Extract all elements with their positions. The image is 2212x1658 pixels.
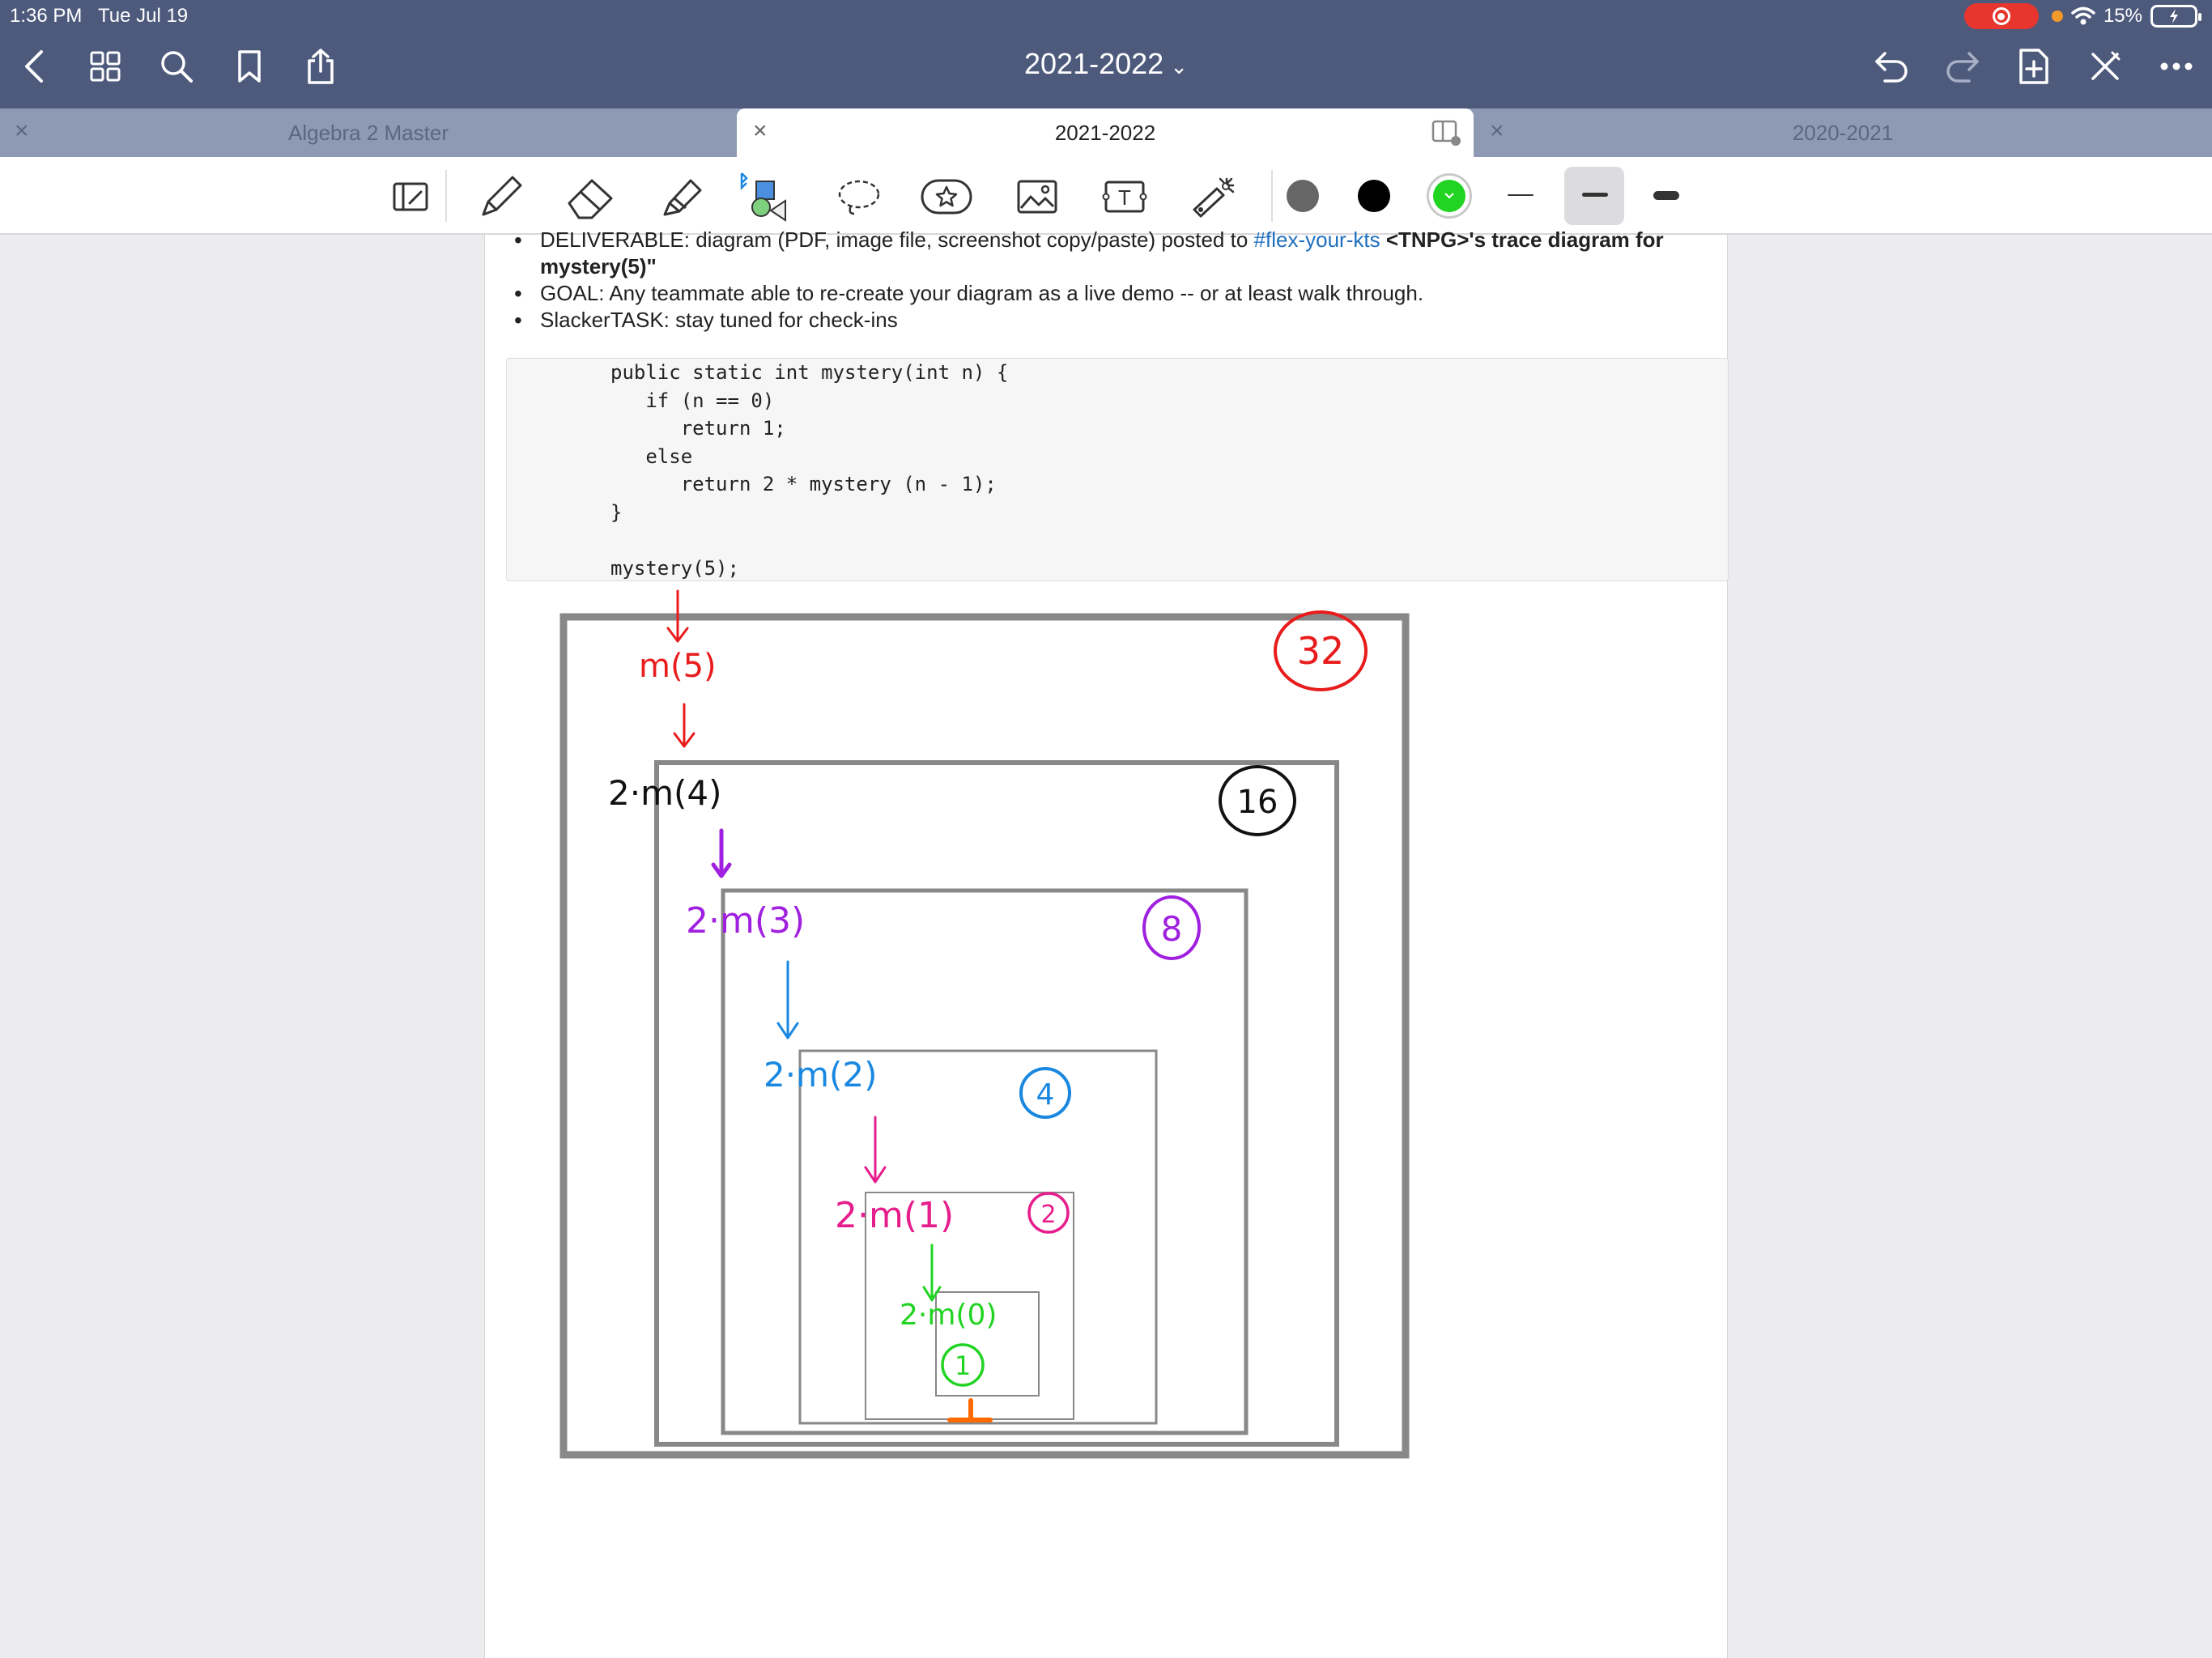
result-1: 1 <box>955 1350 971 1381</box>
screen-recording-indicator[interactable] <box>1963 3 2039 29</box>
frame-box-m4 <box>654 760 1339 1447</box>
read-only-icon <box>393 182 428 211</box>
tab-2020-2021[interactable]: × 2020-2021 <box>1474 108 2212 157</box>
read-mode-button[interactable] <box>382 168 439 225</box>
more-button[interactable] <box>2152 42 2201 91</box>
call-label-m4: 2·m(4) <box>608 773 721 813</box>
stroke-thin-option[interactable] <box>1508 194 1534 196</box>
split-view-icon[interactable] <box>1431 118 1462 147</box>
status-clock: 1:36 PM <box>10 5 83 27</box>
color-gray-swatch[interactable] <box>1287 180 1319 212</box>
image-icon <box>1017 180 1057 214</box>
document-page[interactable]: DELIVERABLE: diagram (PDF, image file, s… <box>484 227 1729 1658</box>
eraser-tool[interactable] <box>562 168 619 225</box>
return-marker-icon <box>947 1398 993 1422</box>
tab-label: Algebra 2 Master <box>288 121 449 145</box>
annotation-toolbar: T <box>0 157 2212 235</box>
result-8: 8 <box>1161 909 1183 949</box>
star-sticker-icon <box>921 179 972 215</box>
color-black-swatch[interactable] <box>1358 180 1390 212</box>
result-16: 16 <box>1237 784 1278 821</box>
trace-diagram[interactable]: m(5) 2·m(4) 2·m(3) 2·m(2) 2·m(1) 2·m(0) … <box>485 235 1729 1658</box>
highlighter-tool[interactable] <box>653 168 709 225</box>
tab-bar: × Algebra 2 Master × 2021-2022 × 2020-20… <box>0 108 2212 157</box>
image-tool[interactable] <box>1009 168 1066 225</box>
battery-percentage: 15% <box>2103 5 2142 27</box>
pencil-off-icon <box>2091 51 2121 80</box>
arrow-down-icon <box>922 1244 942 1302</box>
tab-algebra-2-master[interactable]: × Algebra 2 Master <box>0 108 737 157</box>
wifi-icon <box>2071 6 2095 25</box>
eraser-icon <box>568 179 613 219</box>
battery-charging-icon <box>2150 5 2201 28</box>
call-label-m3: 2·m(3) <box>686 900 805 942</box>
tab-label: 2021-2022 <box>1054 121 1156 145</box>
undo-icon <box>1875 52 1908 83</box>
microphone-indicator-icon <box>2051 11 2063 22</box>
result-4: 4 <box>1036 1078 1055 1112</box>
add-page-button[interactable] <box>2010 42 2058 91</box>
lasso-tool[interactable] <box>831 168 887 225</box>
pen-icon <box>482 176 522 216</box>
call-label-m1: 2·m(1) <box>835 1195 954 1236</box>
toolbar-separator <box>445 170 447 222</box>
call-label-m2: 2·m(2) <box>764 1055 877 1095</box>
frame-box-m3 <box>721 888 1249 1435</box>
add-page-icon <box>2019 49 2048 84</box>
highlighter-icon <box>663 179 702 216</box>
arrow-down-icon <box>673 703 696 748</box>
lasso-icon <box>838 180 880 215</box>
top-bar: 1:36 PM Tue Jul 19 15% 2021-2022 ⌄ <box>0 0 2212 108</box>
more-icon <box>2160 62 2193 70</box>
status-indicators: 15% <box>1963 3 2201 29</box>
result-2: 2 <box>1040 1201 1056 1229</box>
stroke-medium-line <box>1582 193 1608 197</box>
document-title: 2021-2022 <box>1024 47 1164 80</box>
pen-tool[interactable] <box>473 168 530 225</box>
stroke-thick-option[interactable] <box>1653 191 1679 200</box>
call-label-m0: 2·m(0) <box>900 1299 997 1332</box>
redo-icon <box>1946 52 1979 83</box>
laser-pointer-icon <box>1193 177 1235 218</box>
tab-2021-2022[interactable]: × 2021-2022 <box>737 108 1474 157</box>
shapes-icon <box>740 172 786 222</box>
arrow-down-icon <box>864 1116 887 1184</box>
result-32: 32 <box>1297 629 1345 673</box>
status-time: 1:36 PM Tue Jul 19 <box>10 5 188 28</box>
laser-pointer-tool[interactable] <box>1185 168 1242 225</box>
undo-button[interactable] <box>1867 42 1916 91</box>
redo-button[interactable] <box>1938 42 1987 91</box>
chevron-down-icon <box>1444 193 1454 199</box>
toolbar-separator <box>1271 170 1273 222</box>
status-date: Tue Jul 19 <box>97 5 189 27</box>
tab-label: 2020-2021 <box>1792 121 1894 145</box>
text-tool-glyph: T <box>1118 185 1131 210</box>
shapes-tool[interactable] <box>735 168 792 225</box>
call-label-m5: m(5) <box>639 648 717 685</box>
arrow-down-icon <box>711 828 732 878</box>
chevron-down-icon: ⌄ <box>1170 54 1188 79</box>
frame-box-m2 <box>798 1049 1158 1425</box>
color-green-swatch-selected[interactable] <box>1427 173 1472 219</box>
text-box-icon: T <box>1102 181 1147 213</box>
arrow-down-icon <box>776 960 799 1039</box>
sticker-tool[interactable] <box>918 168 975 225</box>
text-tool[interactable]: T <box>1096 168 1153 225</box>
close-editing-button[interactable] <box>2081 42 2129 91</box>
